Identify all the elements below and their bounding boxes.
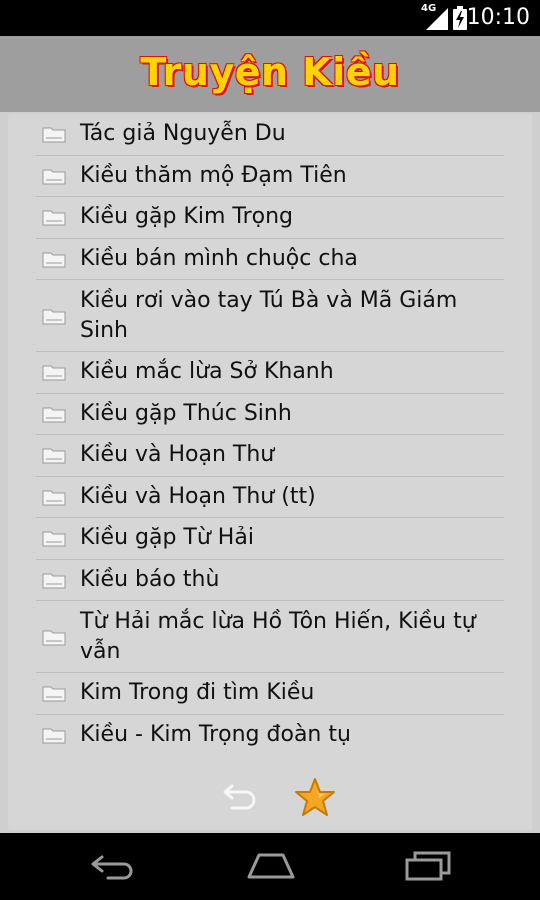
list-item-label: Kiều và Hoạn Thư <box>80 442 275 468</box>
home-icon[interactable] <box>243 851 299 881</box>
back-icon[interactable] <box>88 851 138 881</box>
list-item[interactable]: Kim Trong đi tìm Kiều <box>36 673 504 715</box>
list-item[interactable]: Kiều gặp Từ Hải <box>36 518 504 560</box>
folder-icon <box>42 490 66 506</box>
app-window: Truyện Kiều Tác giả Nguyễn Du Kiều thăm … <box>0 36 540 833</box>
folder-icon <box>42 169 66 185</box>
bottom-actions <box>8 774 532 824</box>
recents-icon[interactable] <box>403 851 453 881</box>
folder-icon <box>42 309 66 324</box>
system-nav-bar <box>0 833 540 900</box>
list-item[interactable]: Kiều rơi vào tay Tú Bà và Mã Giám Sinh <box>36 280 504 352</box>
list-item[interactable]: Tác giả Nguyễn Du <box>36 114 504 156</box>
battery-charging-icon <box>453 6 467 30</box>
list-item-label: Kiều mắc lừa Sở Khanh <box>80 359 334 385</box>
list-item[interactable]: Kiều - Kim Trọng đoàn tụ <box>36 715 504 757</box>
folder-icon <box>42 686 66 702</box>
folder-icon <box>42 448 66 464</box>
list-item[interactable]: Kiều gặp Kim Trọng <box>36 197 504 239</box>
folder-icon <box>42 728 66 744</box>
list-item-label: Kiều bán mình chuộc cha <box>80 245 358 271</box>
list-item[interactable]: Từ Hải mắc lừa Hồ Tôn Hiến, Kiều tự vẫn <box>36 601 504 673</box>
list-item-label: Kiều rơi vào tay Tú Bà và Mã Giám Sinh <box>80 287 458 343</box>
list-item-label: Kiều - Kim Trọng đoàn tụ <box>80 722 351 748</box>
list-item-label: Kiều báo thù <box>80 566 220 592</box>
folder-icon <box>42 630 66 645</box>
list-item[interactable]: Kiều và Hoạn Thư <box>36 435 504 477</box>
signal-icon <box>426 8 448 30</box>
title-bar: Truyện Kiều <box>0 36 540 112</box>
undo-arrow-icon[interactable] <box>220 776 260 816</box>
list-item-label: Từ Hải mắc lừa Hồ Tôn Hiến, Kiều tự vẫn <box>80 608 476 664</box>
list-item-label: Kim Trong đi tìm Kiều <box>80 680 315 706</box>
folder-icon <box>42 252 66 268</box>
list-item-label: Kiều gặp Thúc Sinh <box>80 400 292 426</box>
list-item[interactable]: Kiều thăm mộ Đạm Tiên <box>36 156 504 197</box>
folder-icon <box>42 407 66 423</box>
clock: 10:10 <box>466 5 530 30</box>
chapter-list: Tác giả Nguyễn Du Kiều thăm mộ Đạm Tiên … <box>36 114 504 756</box>
list-item[interactable]: Kiều và Hoạn Thư (tt) <box>36 477 504 518</box>
folder-icon <box>42 365 66 381</box>
chapter-list-panel: Tác giả Nguyễn Du Kiều thăm mộ Đạm Tiên … <box>8 114 532 830</box>
star-icon[interactable] <box>294 776 336 818</box>
list-item-label: Tác giả Nguyễn Du <box>80 121 286 147</box>
folder-icon <box>42 210 66 226</box>
list-item-label: Kiều và Hoạn Thư (tt) <box>80 483 316 509</box>
list-item-label: Kiều gặp Từ Hải <box>80 525 254 551</box>
list-item-label: Kiều thăm mộ Đạm Tiên <box>80 162 347 188</box>
status-bar: 4G 10:10 <box>0 0 540 36</box>
list-item-label: Kiều gặp Kim Trọng <box>80 204 293 230</box>
folder-icon <box>42 127 66 143</box>
list-item[interactable]: Kiều gặp Thúc Sinh <box>36 394 504 435</box>
folder-icon <box>42 531 66 547</box>
list-item[interactable]: Kiều mắc lừa Sở Khanh <box>36 352 504 394</box>
list-item[interactable]: Kiều báo thù <box>36 560 504 601</box>
folder-icon <box>42 573 66 589</box>
list-item[interactable]: Kiều bán mình chuộc cha <box>36 239 504 280</box>
page-title: Truyện Kiều <box>140 50 400 94</box>
